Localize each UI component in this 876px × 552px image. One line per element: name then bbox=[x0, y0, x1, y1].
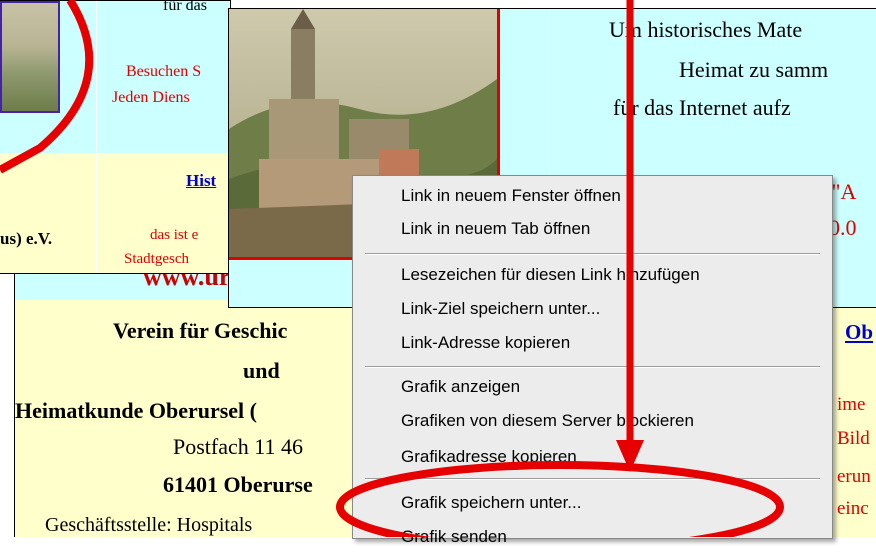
menu-save-link-target[interactable]: Link-Ziel speichern unter... bbox=[401, 294, 600, 324]
intro-line-3: für das Internet aufz bbox=[613, 95, 791, 120]
menu-block-images[interactable]: Grafiken von diesem Server blockieren bbox=[401, 406, 694, 436]
context-menu: Link in neuem Fenster öffnen Link in neu… bbox=[352, 175, 833, 546]
left-bottom-red-1: das ist e bbox=[150, 227, 199, 243]
menu-send-image[interactable]: Grafik senden bbox=[401, 522, 507, 552]
postbox-line: Postfach 11 46 bbox=[173, 434, 303, 459]
club-name-line-2: und bbox=[243, 358, 280, 383]
left-red-line-1: Besuchen S bbox=[126, 63, 202, 80]
right-link[interactable]: Ob bbox=[845, 320, 873, 345]
menu-separator bbox=[365, 478, 820, 480]
menu-copy-image-address[interactable]: Grafikadresse kopieren bbox=[401, 442, 577, 472]
intro-line-2: Heimat zu samm bbox=[679, 57, 829, 82]
menu-save-image-as[interactable]: Grafik speichern unter... bbox=[401, 488, 581, 518]
menu-copy-link-address[interactable]: Link-Adresse kopieren bbox=[401, 328, 570, 358]
menu-open-link-new-window[interactable]: Link in neuem Fenster öffnen bbox=[401, 181, 621, 211]
right-red-line-2: Bild bbox=[837, 428, 870, 449]
menu-separator bbox=[365, 366, 820, 368]
club-name-line-3: Heimatkunde Oberursel ( bbox=[15, 398, 257, 423]
right-red-line-3: erun bbox=[837, 466, 871, 487]
left-bottom-red-2: Stadtgesch bbox=[124, 251, 189, 267]
right-red-line-4: einc bbox=[837, 498, 869, 519]
left-window-cream bbox=[0, 153, 96, 273]
menu-view-image[interactable]: Grafik anzeigen bbox=[401, 372, 520, 402]
left-thumbnail bbox=[0, 1, 60, 113]
intro-red-line-2: 0.0 bbox=[829, 215, 857, 240]
history-link[interactable]: Hist bbox=[186, 171, 216, 191]
postal-code-line: 61401 Oberurse bbox=[163, 472, 313, 497]
menu-bookmark-link[interactable]: Lesezeichen für diesen Link hinzufügen bbox=[401, 260, 700, 290]
menu-open-link-new-tab[interactable]: Link in neuem Tab öffnen bbox=[401, 214, 590, 244]
left-top-text: für das bbox=[163, 0, 207, 14]
left-red-line-2: Jeden Diens bbox=[112, 89, 190, 106]
menu-separator bbox=[365, 253, 820, 255]
right-red-line-1: ime bbox=[837, 394, 866, 415]
left-bottom-text: us) e.V. bbox=[0, 229, 53, 248]
office-line: Geschäftsstelle: Hospitals bbox=[45, 514, 253, 536]
left-window: für das Besuchen S Jeden Diens Hist us) … bbox=[0, 0, 231, 274]
intro-line-1: Um historisches Mate bbox=[609, 17, 803, 42]
club-name-line-1: Verein für Geschic bbox=[113, 318, 288, 343]
left-window-image-area bbox=[0, 1, 96, 153]
